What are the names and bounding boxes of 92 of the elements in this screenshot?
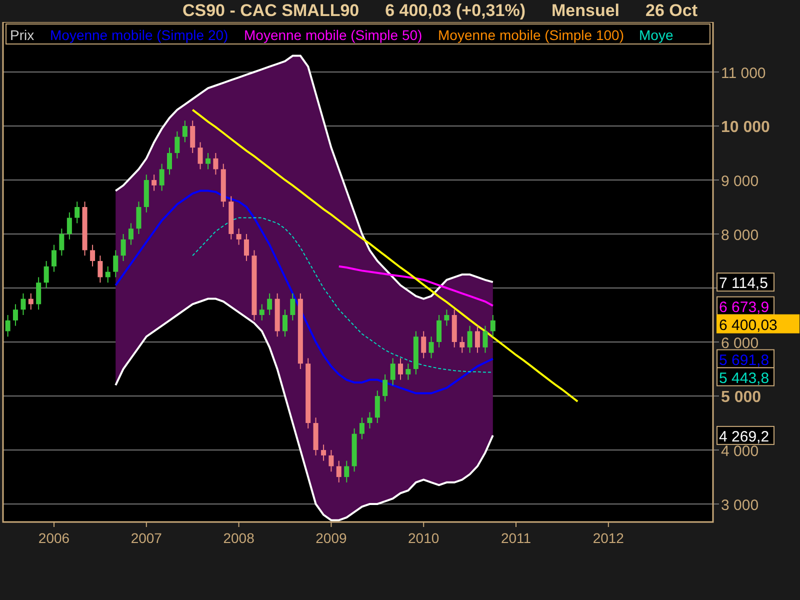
candlestick: [382, 374, 388, 402]
candlestick: [390, 358, 396, 386]
candlestick: [190, 120, 196, 154]
candlestick: [282, 309, 288, 338]
candlestick: [167, 147, 172, 176]
candlestick: [36, 276, 42, 310]
candlestick: [359, 417, 364, 440]
candlestick: [428, 336, 434, 359]
price-tag: 7 114,5: [716, 272, 774, 292]
candlestick: [128, 222, 134, 246]
candlestick: [406, 363, 411, 380]
price-tag: 6 400,03: [716, 314, 800, 334]
candlestick: [174, 130, 180, 159]
candlestick: [206, 152, 211, 170]
candlestick: [12, 304, 18, 326]
price-tag: 4 269,2: [716, 426, 774, 446]
candlestick: [236, 228, 242, 246]
candlestick: [482, 325, 488, 354]
axis-label: 2007: [130, 530, 162, 546]
candlestick: [66, 212, 72, 240]
candlestick: [267, 292, 272, 316]
chart-title: Mensuel: [551, 1, 620, 21]
candlestick: [244, 234, 249, 262]
candlestick: [228, 196, 234, 240]
candlestick: [5, 314, 10, 338]
candlestick: [328, 450, 334, 472]
candlestick: [159, 163, 164, 192]
candlestick: [413, 330, 418, 375]
candlestick: [28, 292, 34, 310]
price-tag: 6 673,9: [716, 296, 774, 316]
chart-title: CS90 - CAC SMALL90: [182, 1, 360, 21]
chart-title: 26 Oct: [646, 1, 698, 21]
candlestick: [421, 330, 426, 359]
candlestick: [82, 201, 88, 256]
price-tag: 5 443,8: [716, 367, 774, 387]
candlestick: [313, 417, 318, 456]
price-tag: 5 691,8: [716, 349, 774, 369]
axis-label: 2009: [316, 530, 347, 546]
candlestick: [336, 460, 342, 483]
candlestick: [444, 309, 450, 326]
axis-label: 5 000: [721, 389, 762, 406]
candlestick: [198, 142, 203, 170]
candlestick: [398, 358, 403, 380]
candlestick: [182, 120, 188, 143]
candlestick: [344, 460, 350, 483]
axis-label: 2008: [223, 530, 254, 546]
candlestick: [113, 250, 118, 278]
candlestick: [352, 428, 357, 472]
candlestick: [452, 309, 457, 348]
legend-item: Prix: [10, 27, 34, 43]
candlestick: [274, 292, 280, 338]
candlestick: [460, 336, 465, 354]
candlestick: [44, 260, 49, 288]
candlestick: [490, 314, 496, 338]
axis-label: 2006: [38, 530, 70, 546]
candlestick: [367, 412, 372, 429]
axis-label: 9 000: [721, 173, 759, 190]
candlestick: [306, 358, 311, 429]
axis-label: 11 000: [721, 65, 766, 82]
candlestick: [321, 444, 326, 462]
candlestick: [436, 314, 442, 348]
candlestick: [105, 266, 110, 284]
candlestick: [144, 174, 149, 213]
candlestick: [120, 234, 126, 262]
candlestick: [252, 250, 257, 321]
candlestick: [467, 325, 472, 354]
legend-item: Moye: [639, 27, 674, 43]
candlestick: [90, 244, 96, 267]
candlestick: [220, 163, 226, 208]
axis-label: 2011: [500, 530, 532, 546]
axis-label: 3 000: [721, 497, 759, 514]
candlestick: [52, 244, 56, 272]
candlestick: [20, 292, 26, 316]
axis-label: 4 000: [721, 443, 759, 460]
candlestick: [98, 255, 103, 284]
candlestick: [474, 325, 480, 354]
legend-item: Moyenne mobile (Simple 100): [438, 27, 624, 43]
axis-label: 8 000: [721, 227, 759, 244]
candlestick: [74, 201, 80, 224]
candlestick: [213, 152, 218, 176]
candlestick: [374, 390, 380, 424]
candlestick: [259, 304, 264, 321]
candlestick: [152, 174, 157, 192]
axis-label: 2012: [592, 530, 624, 546]
axis-label: 10 000: [721, 119, 770, 136]
axis-label: 2010: [408, 530, 440, 546]
legend-item: Moyenne mobile (Simple 50): [244, 27, 422, 43]
chart-title: 6 400,03 (+0,31%): [385, 1, 526, 21]
candlestick: [290, 292, 296, 321]
candlestick: [59, 228, 64, 256]
legend-item: Moyenne mobile (Simple 20): [50, 27, 228, 43]
candlestick: [136, 201, 142, 234]
